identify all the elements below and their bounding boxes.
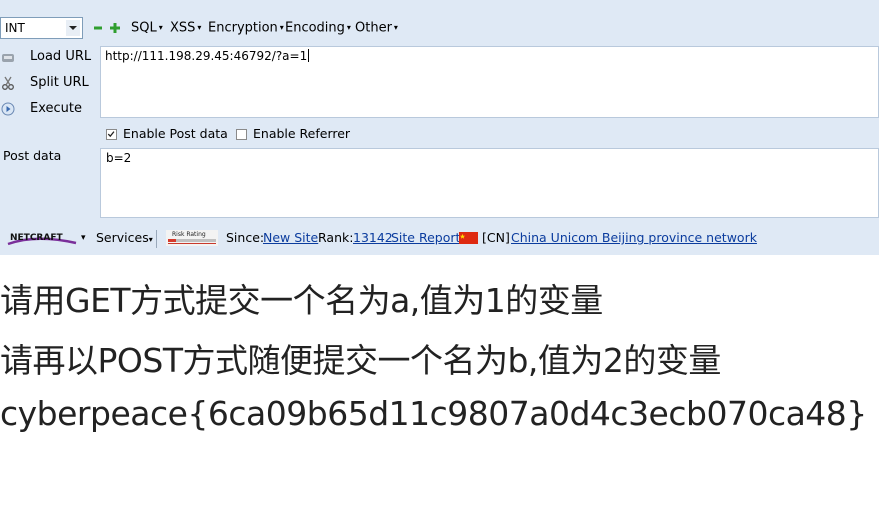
play-icon (1, 102, 15, 116)
menu-xss[interactable]: XSS ▾ (170, 19, 201, 38)
netcraft-menu-caret-icon[interactable]: ▾ (81, 226, 86, 250)
menu-other[interactable]: Other ▾ (355, 19, 398, 38)
caret-down-icon: ▾ (158, 23, 163, 32)
services-menu[interactable]: Services▾ (96, 226, 153, 252)
output-line-2: 请再以POST方式随便提交一个名为b,值为2的变量 (0, 341, 721, 380)
site-report-link[interactable]: Site Report (391, 226, 460, 250)
encoding-type-select[interactable]: INT (0, 17, 83, 39)
rank-link[interactable]: 13142 (353, 226, 393, 250)
scissors-icon (2, 76, 14, 90)
select-value: INT (5, 21, 25, 35)
netcraft-logo-text: NETCRAFT (10, 233, 63, 243)
checkmark-icon (107, 131, 115, 138)
network-link[interactable]: China Unicom Beijing province network (511, 226, 757, 250)
output-line-1: 请用GET方式提交一个名为a,值为1的变量 (0, 281, 603, 320)
text-cursor (308, 49, 310, 62)
plus-icon[interactable] (110, 23, 120, 33)
netcraft-toolbar: NETCRAFT ▾ Services▾ Risk Rating Since: … (0, 226, 879, 250)
enable-post-toggle[interactable]: Enable Post data (106, 126, 228, 142)
rank-label: Rank: (318, 230, 354, 245)
country-code: [CN] (482, 230, 510, 245)
post-data-label: Post data (3, 148, 62, 163)
since-label: Since: (226, 230, 265, 245)
caret-down-icon: ▾ (148, 235, 153, 244)
risk-rating-label: Risk Rating (172, 231, 206, 238)
post-data-input[interactable]: b=2 (100, 148, 879, 218)
risk-rating-meter[interactable]: Risk Rating (166, 230, 218, 246)
enable-referrer-checkbox[interactable] (236, 129, 247, 140)
minus-icon[interactable] (94, 25, 102, 31)
menu-encryption[interactable]: Encryption ▾ (208, 19, 284, 38)
hackbar-toolbar: INT SQL ▾ XSS ▾ Encryption ▾ Encoding ▾ Othe… (0, 14, 879, 44)
enable-referrer-toggle[interactable]: Enable Referrer (236, 126, 350, 142)
menu-sql[interactable]: SQL ▾ (131, 19, 163, 38)
caret-down-icon: ▾ (197, 23, 202, 32)
since-value-link[interactable]: New Site (263, 226, 318, 250)
toolbar-divider (156, 230, 157, 248)
url-value: http://111.198.29.45:46792/?a=1 (105, 49, 308, 63)
caret-down-icon: ▾ (346, 23, 351, 32)
enable-post-checkbox[interactable] (106, 129, 117, 140)
chevron-down-icon (66, 20, 80, 36)
hackbar-panel: INT SQL ▾ XSS ▾ Encryption ▾ Encoding ▾ Othe… (0, 0, 879, 255)
post-data-value: b=2 (106, 151, 132, 165)
output-flag-line: cyberpeace{6ca09b65d11c9807a0d4c3ecb070c… (0, 394, 867, 433)
url-input[interactable]: http://111.198.29.45:46792/?a=1 (100, 46, 879, 118)
china-flag-icon (459, 232, 478, 244)
caret-down-icon: ▾ (279, 23, 284, 32)
caret-down-icon: ▾ (393, 23, 398, 32)
menu-encoding[interactable]: Encoding ▾ (285, 19, 351, 38)
netcraft-logo[interactable]: NETCRAFT (6, 230, 78, 246)
load-url-icon (2, 54, 14, 62)
